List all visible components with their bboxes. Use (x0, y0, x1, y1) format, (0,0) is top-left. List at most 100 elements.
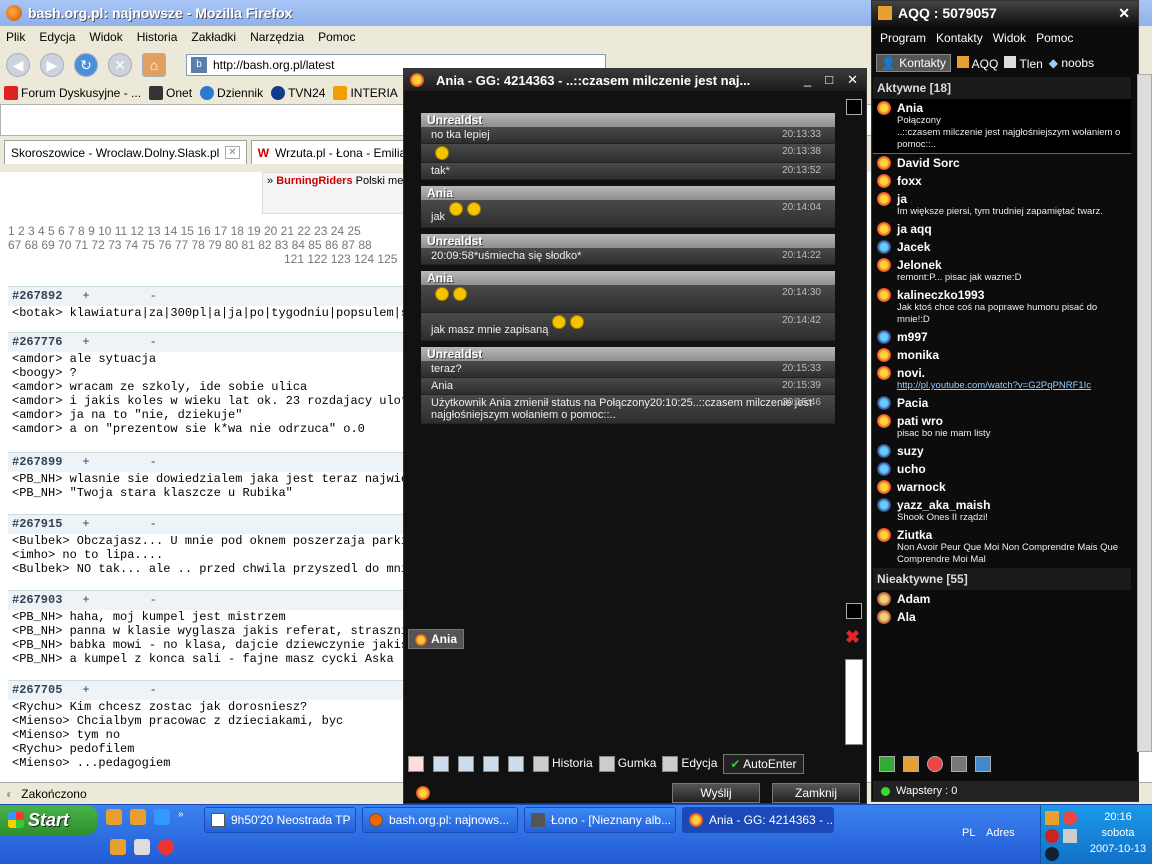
menu-widok[interactable]: Widok (89, 30, 122, 44)
close-tab-icon[interactable]: ✕ (225, 146, 240, 159)
contact-item[interactable]: Ziutka Non Avoir Peur Que Moi Non Compren… (873, 526, 1131, 568)
vote-plus[interactable]: + (82, 683, 89, 698)
address-toolbar-label[interactable]: Adres (986, 827, 1015, 839)
contact-item[interactable]: warnock (873, 478, 1131, 496)
contact-item[interactable]: Jelonek remont:P... pisac jak wazne:D (873, 256, 1131, 286)
minimize-icon[interactable]: _ (804, 72, 811, 88)
toggle-box[interactable] (846, 99, 862, 115)
back-icon[interactable]: ◀ (6, 53, 30, 77)
quote-id[interactable]: #267903 (12, 593, 62, 608)
add-contact-icon[interactable] (879, 756, 895, 772)
pagination-row-3[interactable]: 121 122 123 124 125 (8, 252, 408, 266)
tab-kontakty[interactable]: 👤 Kontakty (876, 54, 951, 72)
file-icon[interactable] (458, 756, 474, 772)
vote-minus[interactable]: - (150, 517, 157, 532)
clock[interactable]: 20:16 sobota 2007-10-13 (1083, 809, 1152, 857)
menu-narzedzia[interactable]: Narzędzia (250, 30, 304, 44)
history-button[interactable]: Historia (533, 756, 593, 772)
close-icon[interactable]: ✕ (1118, 5, 1138, 22)
contact-item[interactable]: ja aqq (873, 220, 1131, 238)
contact-item[interactable]: Adam (873, 590, 1131, 608)
menu-historia[interactable]: Historia (137, 30, 178, 44)
maximize-icon[interactable]: □ (825, 72, 833, 88)
vote-plus[interactable]: + (82, 517, 89, 532)
inactive-header[interactable]: Nieaktywne [55] (873, 568, 1131, 590)
bookmark-forum[interactable]: Forum Dyskusyjne - ... (4, 86, 141, 101)
bookmark-dziennik[interactable]: Dziennik (200, 86, 263, 101)
notes-icon[interactable] (975, 756, 991, 772)
security-tray-icon[interactable] (1045, 847, 1059, 861)
contact-item[interactable]: pati wro pisac bo nie mam listy (873, 412, 1131, 442)
vote-plus[interactable]: + (82, 335, 89, 350)
contact-item[interactable]: m997 (873, 328, 1131, 346)
bookmark-onet[interactable]: Onet (149, 86, 192, 101)
send-button[interactable]: Wyślij (672, 783, 760, 803)
vote-plus[interactable]: + (82, 455, 89, 470)
contact-item[interactable]: Ala (873, 608, 1131, 626)
menu-program[interactable]: Program (880, 31, 926, 45)
quote-id[interactable]: #267915 (12, 517, 62, 532)
export-icon[interactable] (508, 756, 524, 772)
vote-minus[interactable]: - (150, 683, 157, 698)
close-icon[interactable]: ✕ (847, 72, 858, 88)
start-button[interactable]: Start (0, 805, 98, 835)
emoticon-icon[interactable] (408, 756, 424, 772)
aqq-scrollbar[interactable] (1137, 74, 1152, 752)
contact-item[interactable]: novi. http://pl.youtube.com/watch?v=G2PqP… (873, 364, 1131, 394)
task-neostrada[interactable]: 9h50'20 Neostrada TP (204, 807, 356, 833)
image-icon[interactable] (433, 756, 449, 772)
banner[interactable]: » BurningRiders Polski me (262, 172, 412, 214)
media-icon[interactable] (134, 839, 150, 855)
reload-icon[interactable]: ↻ (74, 53, 98, 77)
quote-id[interactable]: #267776 (12, 335, 62, 350)
aqq-tray-icon[interactable] (1045, 811, 1059, 825)
bookmark-tvn24[interactable]: TVN24 (271, 86, 325, 101)
autoenter-toggle[interactable]: ✔ AutoEnter (723, 754, 804, 774)
contact-item[interactable]: ucho (873, 460, 1131, 478)
music-icon[interactable] (158, 839, 174, 855)
language-indicator[interactable]: PL (962, 827, 975, 839)
message-input-scrollbar[interactable] (845, 659, 863, 745)
vote-plus[interactable]: + (82, 593, 89, 608)
vote-minus[interactable]: - (150, 335, 157, 350)
vote-minus[interactable]: - (150, 593, 157, 608)
contact-item[interactable]: yazz_aka_maish Shook Ones II rządzi! (873, 496, 1131, 526)
vote-minus[interactable]: - (150, 289, 157, 304)
menu-pomoc[interactable]: Pomoc (318, 30, 355, 44)
close-button[interactable]: Zamknij (772, 783, 860, 803)
settings-icon[interactable] (951, 756, 967, 772)
vote-minus[interactable]: - (150, 455, 157, 470)
contact-item[interactable]: Ania Połączony ..::czasem milczenie jest n… (873, 99, 1131, 154)
gg-status-icon[interactable] (927, 756, 943, 772)
menu-kontakty[interactable]: Kontakty (936, 31, 983, 45)
menu-edycja[interactable]: Edycja (39, 30, 75, 44)
home-icon[interactable]: ⌂ (142, 53, 166, 77)
contact-item[interactable]: kalineczko1993 Jak ktoś chce coś na popra… (873, 286, 1131, 328)
contact-item[interactable]: Jacek (873, 238, 1131, 256)
aqq-icon[interactable] (130, 809, 146, 825)
contact-item[interactable]: monika (873, 346, 1131, 364)
contact-item[interactable]: ja Im większe piersi, tym trudniej zapami… (873, 190, 1131, 220)
menu-plik[interactable]: Plik (6, 30, 25, 44)
vote-plus[interactable]: + (82, 289, 89, 304)
aqq-menu-icon[interactable] (903, 756, 919, 772)
gg-tray-icon[interactable] (1063, 811, 1077, 825)
antivirus-tray-icon[interactable] (1045, 829, 1059, 843)
task-lono[interactable]: Łono - [Nieznany alb... (524, 807, 676, 833)
contact-status[interactable]: http://pl.youtube.com/watch?v=G2PqPNRF1I… (877, 380, 1127, 392)
tab-aqq[interactable]: AQQ (956, 55, 998, 71)
tab-tlen[interactable]: Tlen (1004, 55, 1043, 71)
eraser-button[interactable]: Gumka (598, 756, 656, 772)
contact-tag[interactable]: Ania (408, 629, 465, 649)
menu-pomoc[interactable]: Pomoc (1036, 31, 1073, 45)
pagination-row-2[interactable]: 67 68 69 70 71 72 73 74 75 76 77 78 79 8… (8, 238, 408, 252)
task-firefox[interactable]: bash.org.pl: najnows... (362, 807, 518, 833)
bookmark-interia[interactable]: INTERIA (333, 86, 398, 101)
contact-item[interactable]: foxx (873, 172, 1131, 190)
winamp-icon[interactable] (110, 839, 126, 855)
quote-id[interactable]: #267705 (12, 683, 62, 698)
quote-id[interactable]: #267899 (12, 455, 62, 470)
tab-noobs[interactable]: ◆ noobs (1049, 56, 1094, 70)
chat-titlebar[interactable]: Ania - GG: 4214363 - ..::czasem milczeni… (404, 69, 866, 91)
forward-icon[interactable]: ▶ (40, 53, 64, 77)
